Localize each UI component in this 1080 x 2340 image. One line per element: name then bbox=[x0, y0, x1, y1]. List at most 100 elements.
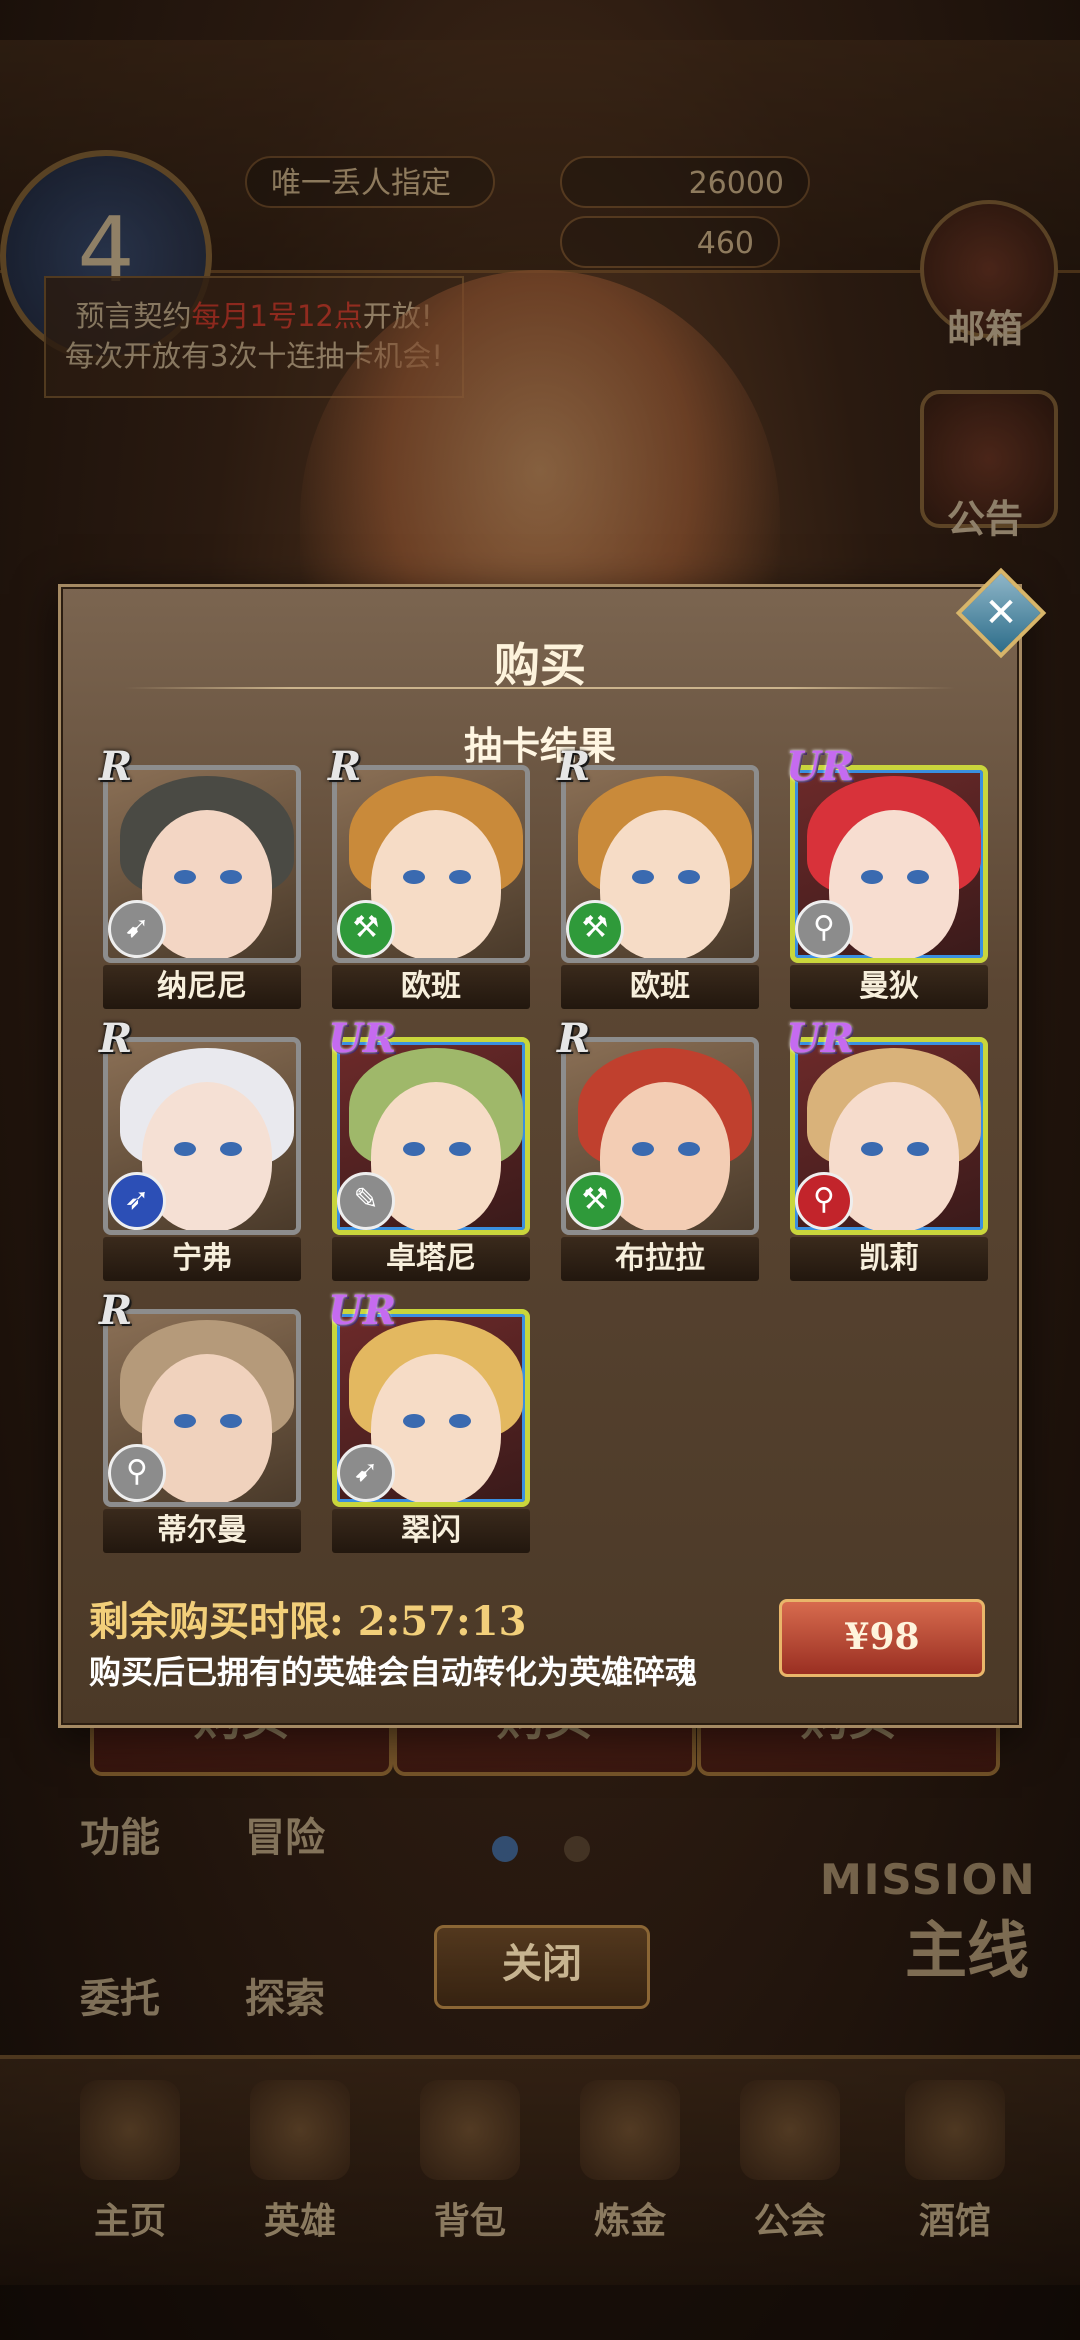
guild-icon bbox=[740, 2080, 840, 2180]
title-divider bbox=[125, 687, 955, 689]
tab-function[interactable]: 功能 bbox=[80, 1805, 160, 1863]
nav-home[interactable]: 主页 bbox=[55, 2080, 205, 2244]
gun-icon: ✎ bbox=[337, 1172, 395, 1230]
time-limit-label: 剩余购买时限: bbox=[89, 1598, 344, 1645]
hero-card[interactable]: ➹ R 纳尼尼 bbox=[99, 743, 301, 1009]
hero-eye bbox=[403, 1414, 425, 1428]
hero-eye bbox=[449, 1142, 471, 1156]
rarity-badge: UR bbox=[328, 1287, 397, 1334]
hero-eye bbox=[907, 870, 929, 884]
hero-eye bbox=[678, 870, 700, 884]
bow-icon: ➹ bbox=[337, 1444, 395, 1502]
hero-portrait: ⚒ bbox=[561, 765, 759, 963]
gold-counter: 26000 bbox=[560, 156, 810, 208]
hero-name: 凯莉 bbox=[790, 1237, 988, 1281]
hero-card[interactable]: ➹ UR 翠闪 bbox=[328, 1287, 530, 1553]
hero-portrait: ➹ bbox=[332, 1309, 530, 1507]
price-button[interactable]: ¥98 bbox=[779, 1599, 985, 1677]
nav-tavern-label: 酒馆 bbox=[918, 2201, 991, 2242]
alchemy-icon bbox=[580, 2080, 680, 2180]
hero-card[interactable]: ✎ UR 卓塔尼 bbox=[328, 1015, 530, 1281]
home-icon bbox=[80, 2080, 180, 2180]
hero-name: 宁弗 bbox=[103, 1237, 301, 1281]
staff-icon: ⚲ bbox=[795, 1172, 853, 1230]
hero-eye bbox=[403, 870, 425, 884]
hero-portrait: ➶ bbox=[103, 1037, 301, 1235]
staff-icon: ⚲ bbox=[795, 900, 853, 958]
hero-portrait: ⚲ bbox=[790, 765, 988, 963]
rarity-badge: R bbox=[557, 743, 591, 790]
tab-commission[interactable]: 委托 bbox=[80, 1966, 160, 2024]
hero-name: 翠闪 bbox=[332, 1509, 530, 1553]
hero-eye bbox=[861, 1142, 883, 1156]
hero-name: 卓塔尼 bbox=[332, 1237, 530, 1281]
hero-eye bbox=[174, 1414, 196, 1428]
mission-label-en: MISSION bbox=[820, 1855, 1037, 1904]
hero-eye bbox=[632, 1142, 654, 1156]
hero-portrait: ⚲ bbox=[790, 1037, 988, 1235]
notice-prefix: 预言契约 bbox=[75, 299, 192, 333]
rarity-badge: UR bbox=[786, 743, 855, 790]
axe-icon: ⚒ bbox=[566, 900, 624, 958]
tab-adventure[interactable]: 冒险 bbox=[245, 1805, 325, 1863]
gem-counter: 460 bbox=[560, 216, 780, 268]
nav-alchemy[interactable]: 炼金 bbox=[555, 2080, 705, 2244]
rarity-badge: R bbox=[99, 1015, 133, 1062]
mailbox-label: 邮箱 bbox=[946, 307, 1023, 351]
nav-bag-label: 背包 bbox=[433, 2201, 506, 2242]
hero-card[interactable]: ⚲ UR 凯莉 bbox=[786, 1015, 988, 1281]
hero-portrait: ✎ bbox=[332, 1037, 530, 1235]
tab-explore[interactable]: 探索 bbox=[245, 1966, 325, 2024]
hero-eye bbox=[907, 1142, 929, 1156]
hero-eye bbox=[449, 870, 471, 884]
hero-eye bbox=[403, 1142, 425, 1156]
page-dot-active bbox=[492, 1836, 518, 1862]
axe-icon: ⚒ bbox=[337, 900, 395, 958]
hero-name: 布拉拉 bbox=[561, 1237, 759, 1281]
nav-heroes[interactable]: 英雄 bbox=[225, 2080, 375, 2244]
close-icon: ✕ bbox=[984, 590, 1018, 636]
hero-card[interactable]: ⚒ R 布拉拉 bbox=[557, 1015, 759, 1281]
bottom-strip bbox=[0, 2285, 1080, 2340]
announcement-label: 公告 bbox=[946, 497, 1023, 541]
hero-card[interactable]: ⚲ R 蒂尔曼 bbox=[99, 1287, 301, 1553]
hero-portrait: ⚲ bbox=[103, 1309, 301, 1507]
hero-eye bbox=[678, 1142, 700, 1156]
tavern-icon bbox=[905, 2080, 1005, 2180]
bag-icon bbox=[420, 2080, 520, 2180]
nav-tavern[interactable]: 酒馆 bbox=[880, 2080, 1030, 2244]
hero-name: 蒂尔曼 bbox=[103, 1509, 301, 1553]
conversion-note: 购买后已拥有的英雄会自动转化为英雄碎魂 bbox=[89, 1653, 698, 1691]
hero-card[interactable]: ⚒ R 欧班 bbox=[557, 743, 759, 1009]
hero-card[interactable]: ⚲ UR 曼狄 bbox=[786, 743, 988, 1009]
staff-icon: ⚲ bbox=[108, 1444, 166, 1502]
hero-card[interactable]: ⚒ R 欧班 bbox=[328, 743, 530, 1009]
time-limit: 剩余购买时限: 2:57:13 bbox=[89, 1589, 526, 1647]
hero-eye bbox=[174, 1142, 196, 1156]
rarity-badge: UR bbox=[328, 1015, 397, 1062]
axe-icon: ⚒ bbox=[566, 1172, 624, 1230]
rarity-badge: R bbox=[99, 743, 133, 790]
nav-bag[interactable]: 背包 bbox=[395, 2080, 545, 2244]
hero-portrait: ⚒ bbox=[332, 765, 530, 963]
spear-icon: ➶ bbox=[108, 1172, 166, 1230]
hero-eye bbox=[632, 870, 654, 884]
dialog-subtitle: 抽卡结果 bbox=[463, 724, 616, 768]
page-dot bbox=[564, 1836, 590, 1862]
nav-guild[interactable]: 公会 bbox=[715, 2080, 865, 2244]
close-button[interactable]: 关闭 bbox=[434, 1925, 650, 2009]
dialog-title: 购买 bbox=[494, 638, 586, 692]
rarity-badge: UR bbox=[786, 1015, 855, 1062]
hero-portrait: ➹ bbox=[103, 765, 301, 963]
hero-icon bbox=[250, 2080, 350, 2180]
time-limit-value: 2:57:13 bbox=[357, 1598, 527, 1645]
hero-card[interactable]: ➶ R 宁弗 bbox=[99, 1015, 301, 1281]
hero-name: 欧班 bbox=[561, 965, 759, 1009]
nav-alchemy-label: 炼金 bbox=[593, 2201, 666, 2242]
rarity-badge: R bbox=[557, 1015, 591, 1062]
hero-name: 曼狄 bbox=[790, 965, 988, 1009]
hero-name: 欧班 bbox=[332, 965, 530, 1009]
notice-highlight: 每月1号12点 bbox=[191, 299, 363, 333]
hero-eye bbox=[220, 870, 242, 884]
mission-label-cn: 主线 bbox=[905, 1914, 1030, 1987]
